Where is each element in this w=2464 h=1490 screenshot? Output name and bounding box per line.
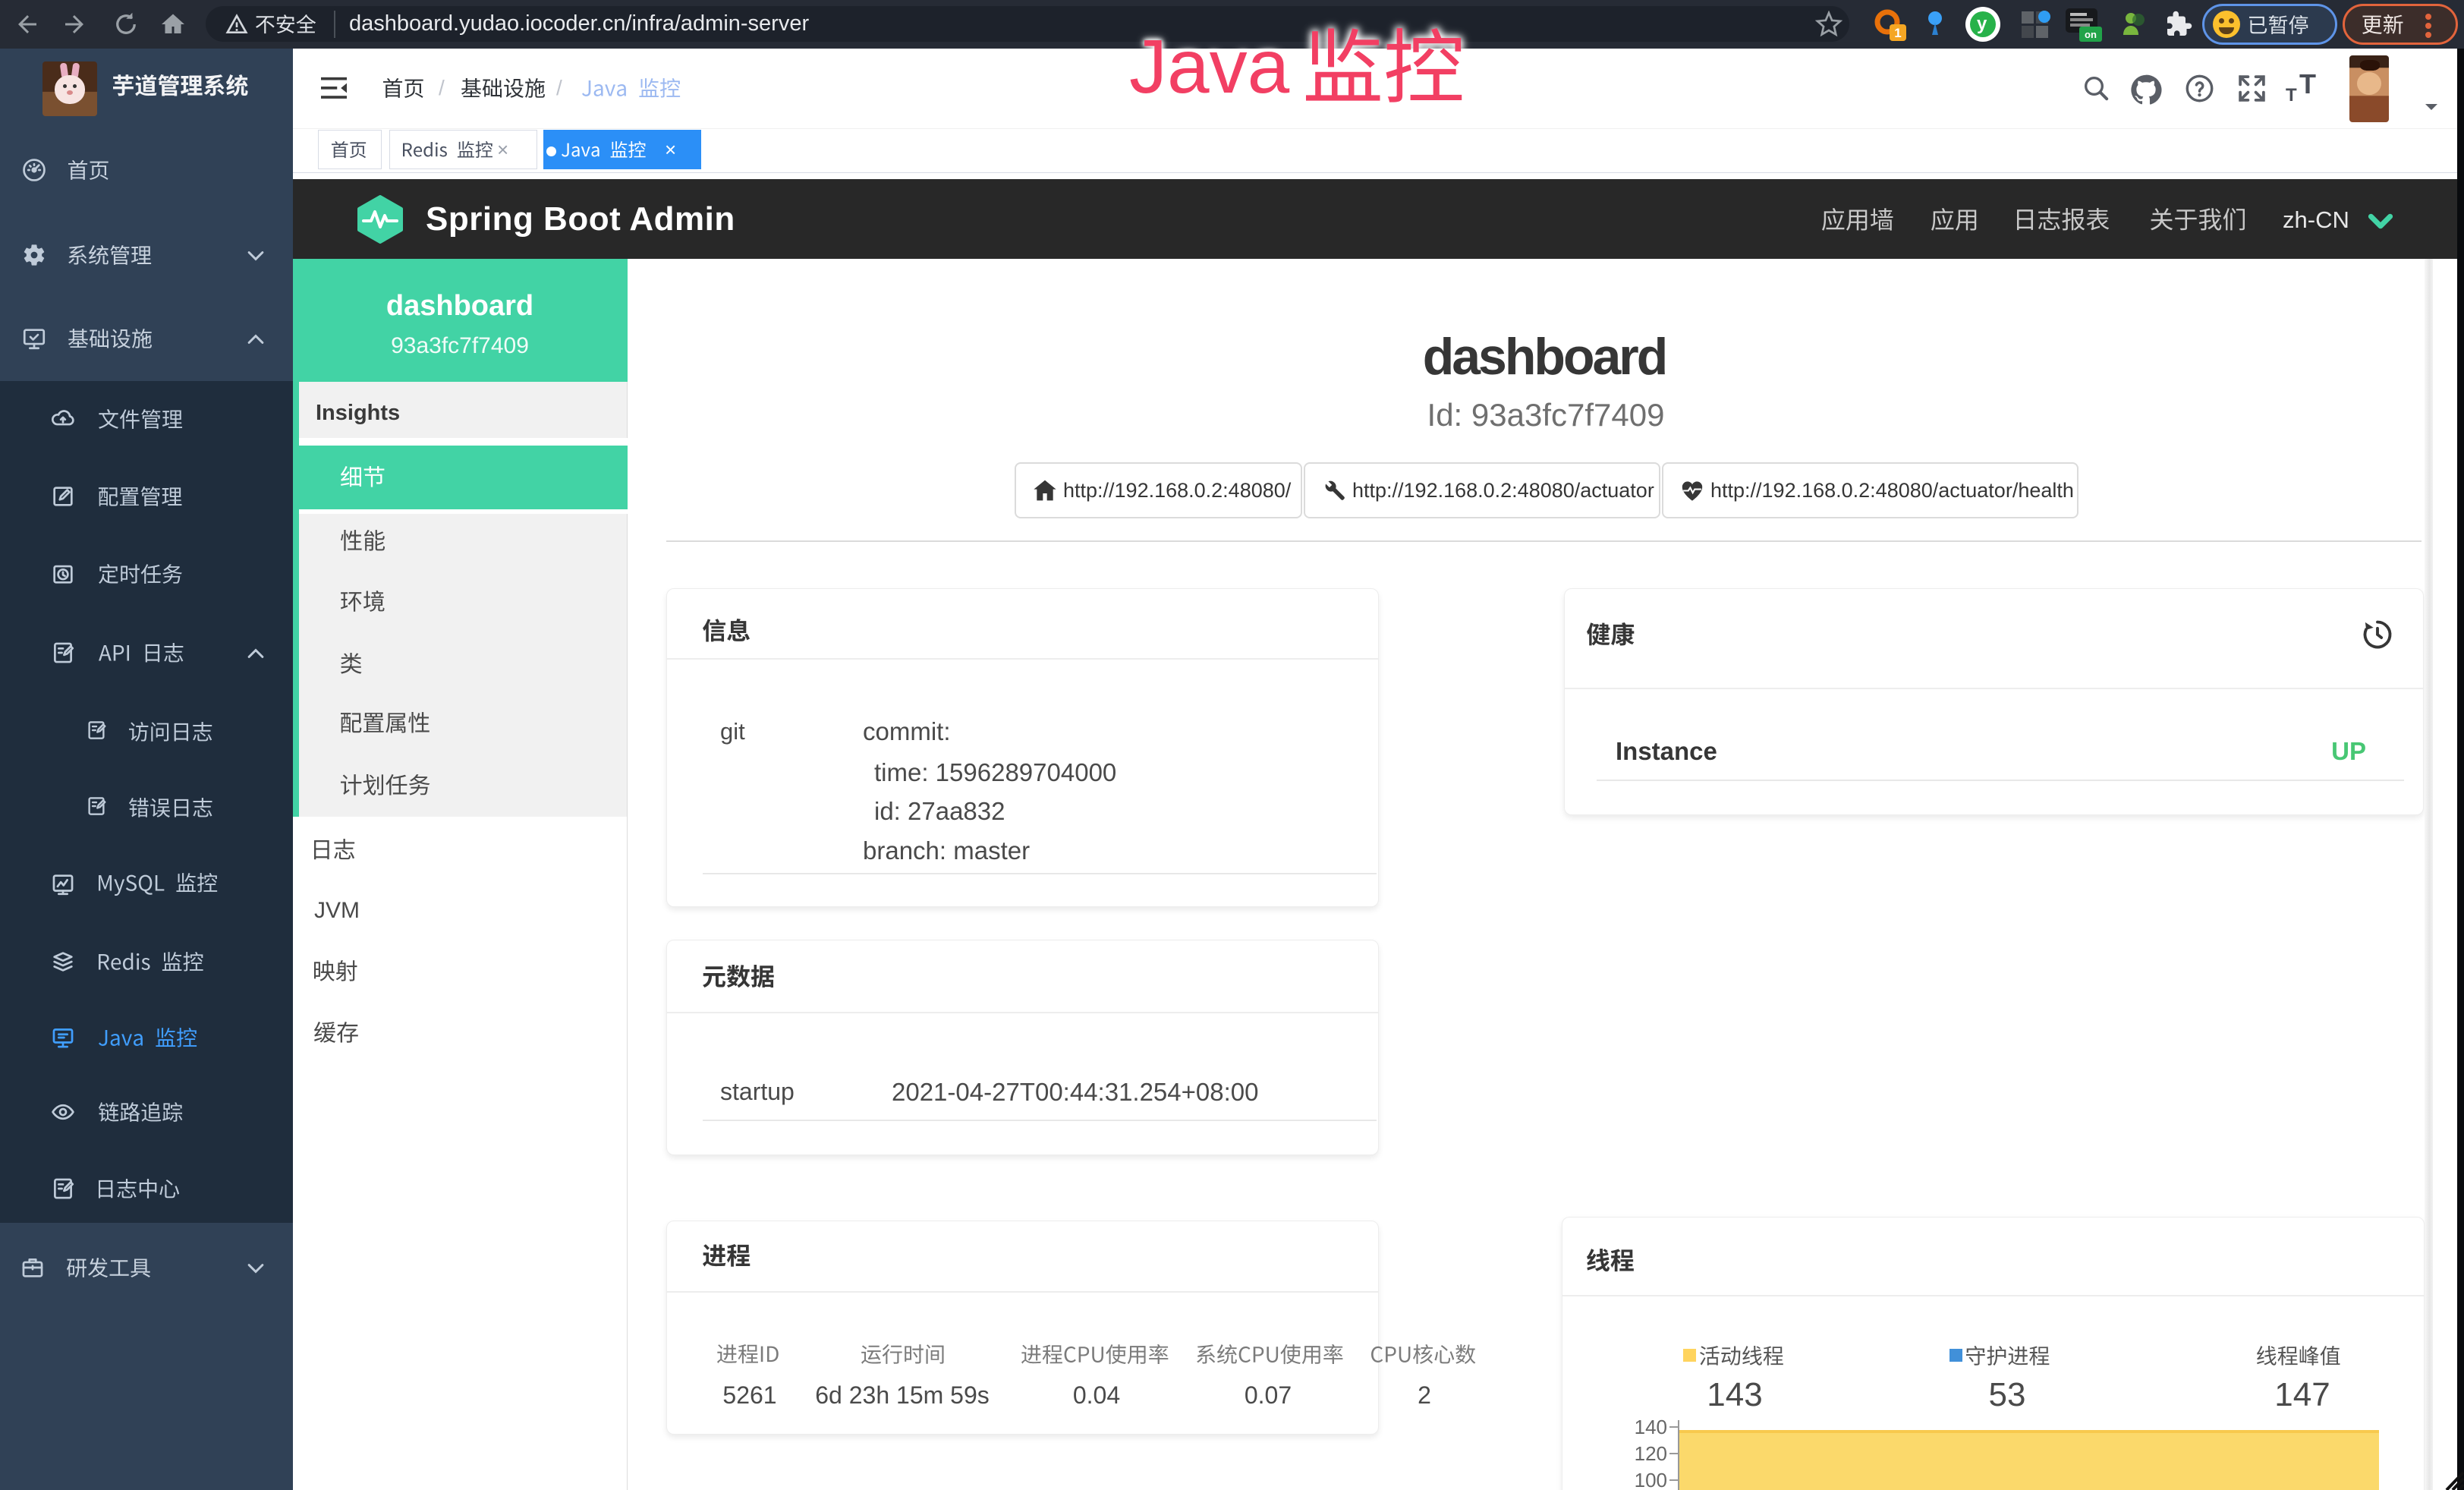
svg-text:on: on [2085,29,2097,40]
svg-text:1: 1 [1894,26,1901,40]
